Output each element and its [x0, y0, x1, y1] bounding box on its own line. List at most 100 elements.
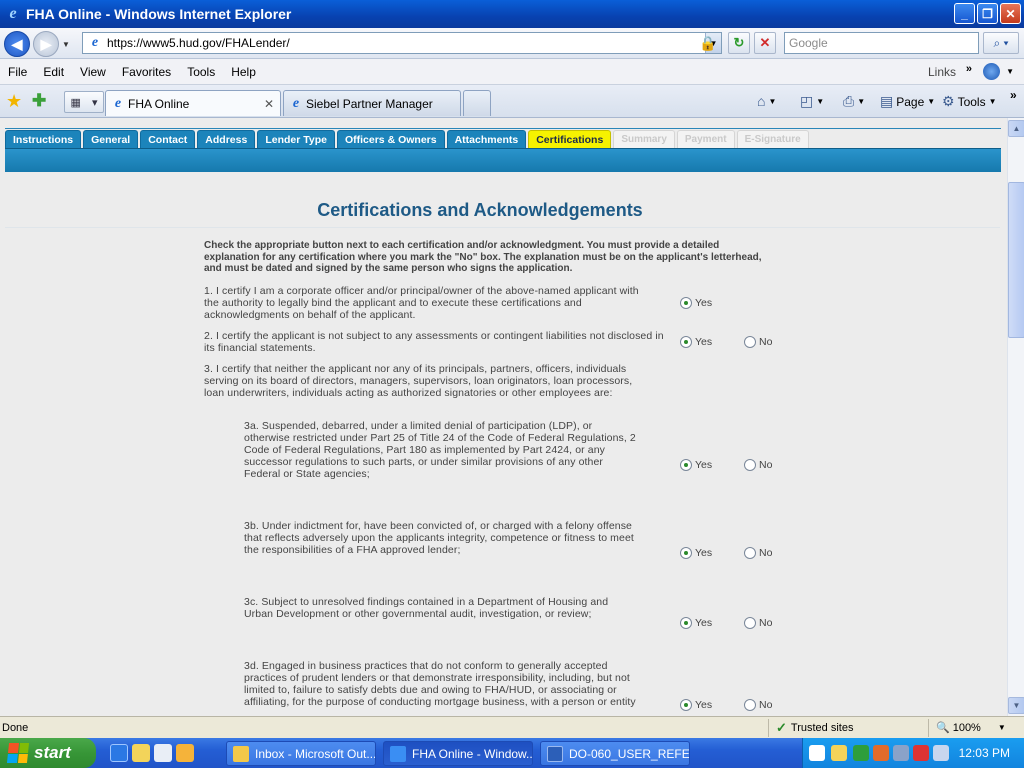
taskbar-item-outlook[interactable]: Inbox - Microsoft Out...	[226, 741, 376, 766]
page-menu-button[interactable]: ▤ Page ▼	[880, 93, 935, 110]
menu-view[interactable]: View	[72, 65, 114, 79]
close-tab-icon[interactable]: ✕	[264, 97, 274, 111]
chevron-right-icon[interactable]: »	[1010, 88, 1017, 102]
add-favorite-icon[interactable]: ✚	[32, 91, 46, 111]
tab-general[interactable]: General	[83, 130, 139, 148]
feeds-button[interactable]: ◰ ▼	[800, 93, 824, 110]
home-button[interactable]: ⌂ ▼	[757, 93, 776, 109]
taskbar-item-fha-online[interactable]: FHA Online - Window...	[383, 741, 533, 766]
taskbar-item-document[interactable]: DO-060_USER_REFE...	[540, 741, 690, 766]
radio-yes-label: Yes	[695, 336, 713, 348]
vertical-scrollbar[interactable]: ▲ ▼	[1007, 118, 1024, 716]
restore-button[interactable]: ❐	[977, 3, 998, 24]
close-button[interactable]: ✕	[1000, 3, 1021, 24]
quick-tabs-button[interactable]: ▦ ▾	[64, 91, 104, 113]
search-button[interactable]: ⌕ ▾	[983, 32, 1019, 54]
scroll-down-button[interactable]: ▼	[1008, 697, 1024, 714]
search-input[interactable]: Google	[784, 32, 979, 54]
windows-logo-icon[interactable]	[983, 63, 1000, 80]
gear-icon: ⚙	[942, 93, 955, 109]
scroll-up-button[interactable]: ▲	[1008, 120, 1024, 137]
radio-yes[interactable]	[680, 699, 692, 711]
certification-2-no[interactable]: No	[744, 336, 772, 348]
tools-menu-button[interactable]: ⚙ Tools ▼	[942, 93, 997, 110]
tab-instructions[interactable]: Instructions	[5, 130, 82, 148]
refresh-button[interactable]: ↻	[728, 32, 750, 54]
back-button[interactable]: ◀	[4, 31, 30, 57]
media-quicklaunch-icon[interactable]	[154, 744, 172, 762]
radio-yes[interactable]	[680, 617, 692, 629]
links-toolbar[interactable]: Links	[928, 65, 956, 79]
print-button[interactable]: ⎙ ▼	[843, 93, 865, 110]
clock[interactable]: 12:03 PM	[959, 746, 1010, 760]
network-icon[interactable]	[853, 745, 869, 761]
favorites-star-icon[interactable]: ★	[6, 91, 22, 112]
minimize-button[interactable]: _	[954, 3, 975, 24]
antivirus-icon[interactable]	[873, 745, 889, 761]
certification-3d-no[interactable]: No	[744, 699, 772, 711]
tab-lender-type[interactable]: Lender Type	[257, 130, 335, 148]
certification-3b-yes[interactable]: Yes	[680, 547, 712, 559]
menu-help[interactable]: Help	[223, 65, 264, 79]
radio-no[interactable]	[744, 617, 756, 629]
radio-yes[interactable]	[680, 336, 692, 348]
ie-page-icon: e	[114, 95, 122, 111]
certification-3a-yes[interactable]: Yes	[680, 459, 712, 471]
certification-3d-yes[interactable]: Yes	[680, 699, 712, 711]
mail-quicklaunch-icon[interactable]	[176, 744, 194, 762]
radio-no[interactable]	[744, 547, 756, 559]
radio-no[interactable]	[744, 459, 756, 471]
tab-label: FHA Online	[128, 96, 190, 111]
radio-no[interactable]	[744, 699, 756, 711]
taskbar: start Inbox - Microsoft Out... FHA Onlin…	[0, 738, 1024, 768]
tab-officers-owners[interactable]: Officers & Owners	[336, 130, 445, 148]
certification-3b-no[interactable]: No	[744, 547, 772, 559]
certification-3c-yes[interactable]: Yes	[680, 617, 712, 629]
recent-pages-dropdown-icon[interactable]: ▼	[62, 40, 70, 49]
radio-yes[interactable]	[680, 459, 692, 471]
address-url[interactable]: https://www5.hud.gov/FHALender/	[107, 36, 290, 50]
certification-1-yes[interactable]: Yes	[680, 297, 712, 309]
tab-attachments[interactable]: Attachments	[446, 130, 527, 148]
menu-edit[interactable]: Edit	[35, 65, 72, 79]
word-document-icon	[547, 745, 563, 762]
taskbar-item-label: FHA Online - Window...	[412, 746, 533, 761]
menu-favorites[interactable]: Favorites	[114, 65, 179, 79]
certification-2-yes[interactable]: Yes	[680, 336, 712, 348]
tab-siebel-partner-manager[interactable]: e Siebel Partner Manager	[283, 90, 461, 116]
tab-address[interactable]: Address	[197, 130, 256, 148]
chevron-right-icon[interactable]: »	[966, 63, 972, 75]
chevron-down-icon[interactable]: ▼	[998, 723, 1006, 732]
chevron-down-icon[interactable]: ▼	[1006, 67, 1014, 76]
security-zone[interactable]: ✓ Trusted sites	[776, 720, 853, 736]
monitor-icon[interactable]	[893, 745, 909, 761]
address-bar[interactable]: e https://www5.hud.gov/FHALender/ ▼	[82, 32, 722, 54]
zoom-control[interactable]: 🔍 100% ▼	[936, 721, 1006, 735]
menu-file[interactable]: File	[0, 65, 35, 79]
help-icon[interactable]	[809, 745, 825, 761]
volume-icon[interactable]	[933, 745, 949, 761]
radio-yes[interactable]	[680, 547, 692, 559]
certification-3a-no[interactable]: No	[744, 459, 772, 471]
certification-3c-no[interactable]: No	[744, 617, 772, 629]
radio-no[interactable]	[744, 336, 756, 348]
window-titlebar: e FHA Online - Windows Internet Explorer…	[0, 0, 1024, 28]
radio-no-label: No	[759, 699, 773, 711]
radio-yes[interactable]	[680, 297, 692, 309]
tab-certifications[interactable]: Certifications	[528, 130, 612, 148]
lock-icon[interactable]: 🔒	[697, 33, 719, 53]
start-button[interactable]: start	[0, 738, 96, 768]
messenger-icon[interactable]	[831, 745, 847, 761]
scroll-thumb[interactable]	[1008, 182, 1024, 338]
forward-button[interactable]: ▶	[33, 31, 59, 57]
stop-button[interactable]: ✕	[754, 32, 776, 54]
tab-fha-online[interactable]: e FHA Online ✕	[105, 90, 281, 116]
divider	[928, 719, 929, 737]
menu-tools[interactable]: Tools	[179, 65, 223, 79]
outlook-quicklaunch-icon[interactable]	[132, 744, 150, 762]
new-tab-button[interactable]	[463, 90, 491, 116]
security-alert-icon[interactable]	[913, 745, 929, 761]
ie-quicklaunch-icon[interactable]	[110, 744, 128, 762]
tab-contact[interactable]: Contact	[140, 130, 196, 148]
home-icon: ⌂	[757, 93, 766, 109]
